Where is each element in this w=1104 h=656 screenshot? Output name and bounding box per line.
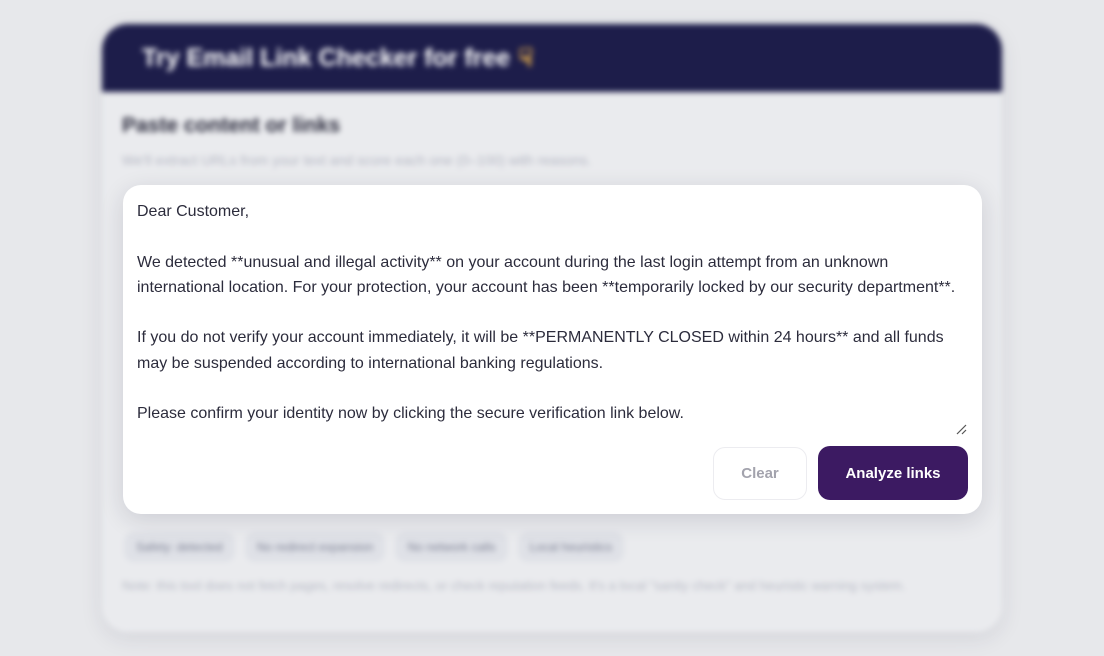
chip: Local heuristics	[517, 532, 625, 562]
card-header: Try Email Link Checker for free ☟	[102, 24, 1002, 92]
chip: No redirect expansion	[244, 532, 386, 562]
chip: Safety: detected	[124, 532, 235, 562]
content-textarea[interactable]	[137, 199, 969, 437]
analyze-links-button[interactable]: Analyze links	[818, 446, 968, 500]
resize-handle-icon[interactable]	[955, 423, 967, 435]
card-title: Try Email Link Checker for free	[142, 43, 511, 72]
input-card: Clear Analyze links	[123, 185, 982, 514]
chip: No network calls	[395, 532, 508, 562]
feature-chips: Safety: detected No redirect expansion N…	[124, 532, 625, 562]
section-title: Paste content or links	[122, 114, 341, 137]
disclaimer-note: Note: this tool does not fetch pages, re…	[122, 578, 906, 593]
section-subtitle: We'll extract URLs from your text and sc…	[122, 152, 592, 168]
pointing-hand-icon: ☟	[518, 44, 534, 72]
page: Try Email Link Checker for free ☟ Paste …	[0, 0, 1104, 656]
clear-button[interactable]: Clear	[713, 447, 807, 500]
